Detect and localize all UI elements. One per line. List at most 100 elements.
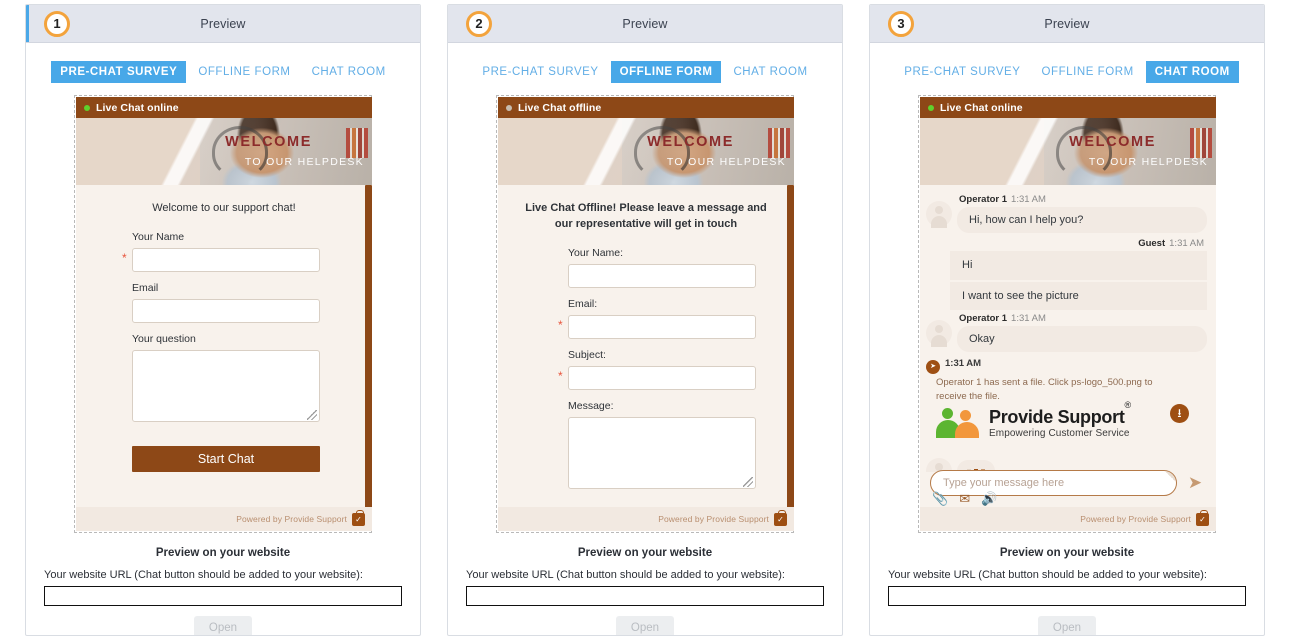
step-badge-3: 3 [888, 10, 914, 37]
status-dot-offline-icon [506, 104, 512, 111]
site-url-input-2[interactable] [466, 586, 824, 606]
tab-bar-1: PRE-CHAT SURVEY OFFLINE FORM CHAT ROOM [26, 43, 420, 95]
tab-chat-room-2[interactable]: CHAT ROOM [724, 61, 816, 83]
widget-footer-3: Powered by Provide Support [920, 507, 1216, 531]
required-star-name: * [122, 250, 127, 265]
pre-chat-survey-form: Welcome to our support chat! Your Name *… [76, 185, 372, 472]
panel-title-2: Preview [622, 16, 668, 31]
secure-lock-icon [352, 509, 365, 526]
preview-panel-2: 2 Preview PRE-CHAT SURVEY OFFLINE FORM C… [447, 4, 843, 636]
input-your-name[interactable] [132, 247, 320, 272]
welcome-banner-3: WELCOME TO OUR HELPDESK [920, 118, 1216, 185]
registered-mark: ® [1124, 399, 1132, 410]
label-offline-email: Email: [568, 297, 598, 310]
status-dot-online-icon [84, 104, 90, 111]
message-time: 1:31 AM [1011, 312, 1046, 324]
input-email[interactable] [132, 298, 320, 323]
message-time: 1:31 AM [1169, 238, 1204, 250]
tab-offline-form-3[interactable]: OFFLINE FORM [1033, 61, 1143, 83]
field-offline-your-name: Your Name: [512, 247, 780, 288]
send-message-icon[interactable] [1184, 473, 1206, 493]
tab-pre-chat-survey-1[interactable]: PRE-CHAT SURVEY [51, 61, 187, 83]
input-offline-subject[interactable] [568, 365, 756, 390]
message-bubble: I want to see the picture [950, 281, 1207, 310]
secure-lock-icon [1196, 509, 1209, 526]
chat-widget-wrapper-2: Live Chat offline WELCOME TO OUR HELPDES… [496, 95, 794, 533]
open-button-1[interactable]: Open [194, 616, 252, 635]
tab-offline-form-2[interactable]: OFFLINE FORM [610, 61, 722, 83]
message-input-placeholder: Type your message here [943, 477, 1065, 489]
preview-on-site-1: Preview on your website Your website URL… [26, 533, 420, 635]
email-transcript-icon[interactable]: ✉ [959, 492, 970, 505]
step-badge-2: 2 [466, 10, 492, 37]
tab-pre-chat-survey-3[interactable]: PRE-CHAT SURVEY [895, 61, 1029, 83]
operator-avatar-icon [926, 201, 952, 228]
site-url-input-3[interactable] [888, 586, 1246, 606]
provide-support-logo[interactable]: Provide Support® Empowering Customer Ser… [936, 399, 1207, 439]
tab-offline-form-1[interactable]: OFFLINE FORM [189, 61, 299, 83]
site-heading-3: Preview on your website [999, 547, 1135, 559]
chat-widget-2: Live Chat offline WELCOME TO OUR HELPDES… [498, 97, 794, 531]
message-time: 1:31 AM [1011, 194, 1046, 205]
input-offline-your-name[interactable] [568, 263, 756, 288]
message-meta: Guest 1:31 AM [926, 237, 1207, 251]
panel-title-3: Preview [1044, 16, 1090, 31]
resize-grip-icon[interactable] [743, 476, 753, 487]
preview-panel-3: 3 Preview PRE-CHAT SURVEY OFFLINE FORM C… [869, 4, 1265, 636]
textarea-offline-message[interactable] [568, 416, 756, 489]
label-offline-subject: Subject: [568, 348, 606, 361]
chat-transcript[interactable]: Operator 1 1:31 AM Hi, how can I help you… [920, 185, 1216, 472]
open-button-2[interactable]: Open [616, 616, 674, 635]
site-url-input-1[interactable] [44, 586, 402, 606]
tab-chat-room-1[interactable]: CHAT ROOM [303, 61, 395, 83]
widget-scrollbar-1[interactable] [365, 185, 372, 515]
widget-status-text-2: Live Chat offline [518, 101, 602, 114]
tab-pre-chat-survey-2[interactable]: PRE-CHAT SURVEY [473, 61, 607, 83]
step-badge-1: 1 [44, 10, 70, 37]
message-bubble: Hi, how can I help you? [957, 207, 1207, 234]
field-offline-message: Message: [512, 400, 780, 489]
widget-footer-2: Powered by Provide Support [498, 507, 794, 531]
banner-overlay [498, 118, 794, 185]
tab-bar-3: PRE-CHAT SURVEY OFFLINE FORM CHAT ROOM [870, 43, 1264, 95]
chat-message-operator-2: Operator 1 1:31 AM Okay [926, 312, 1207, 354]
input-corner-fold [1165, 471, 1176, 482]
file-transfer-header: 1:31 AM [926, 358, 1207, 375]
welcome-banner-2: WELCOME TO OUR HELPDESK [498, 118, 794, 185]
start-chat-button[interactable]: Start Chat [132, 445, 320, 472]
panel-header-2: 2 Preview [448, 5, 842, 43]
download-file-icon[interactable] [1170, 403, 1189, 423]
message-meta: Operator 1 1:31 AM [957, 312, 1207, 326]
site-url-label-3: Your website URL (Chat button should be … [888, 569, 1207, 581]
label-offline-your-name: Your Name: [568, 246, 624, 259]
textarea-your-question[interactable] [132, 349, 320, 422]
required-star-email: * [558, 317, 563, 332]
widget-status-text-1: Live Chat online [96, 101, 179, 114]
open-button-3[interactable]: Open [1038, 616, 1096, 635]
banner-helpdesk-text-3: TO OUR HELPDESK [1088, 156, 1208, 168]
secure-lock-icon [774, 509, 787, 526]
widget-status-bar-3: Live Chat online [920, 97, 1216, 118]
field-offline-subject: Subject: * [512, 349, 780, 390]
banner-helpdesk-text-2: TO OUR HELPDESK [666, 156, 786, 168]
input-offline-email[interactable] [568, 314, 756, 339]
guest-bubble-group: Hi I want to see the picture [950, 251, 1207, 310]
resize-grip-icon[interactable] [307, 409, 317, 420]
chat-widget-wrapper-1: Live Chat online WELCOME TO OUR HELPDESK… [74, 95, 372, 533]
widget-scrollbar-2[interactable] [787, 185, 794, 515]
label-offline-message: Message: [568, 399, 614, 412]
sound-toggle-icon[interactable]: 🔊 [981, 492, 997, 505]
attach-file-icon[interactable]: 📎 [932, 492, 948, 505]
composer-toolbar: 📎 ✉ 🔊 [932, 492, 997, 505]
powered-by-text-2: Powered by Provide Support [658, 514, 769, 524]
message-author: Operator 1 [959, 194, 1008, 205]
preview-on-site-2: Preview on your website Your website URL… [448, 533, 842, 635]
tab-chat-room-3[interactable]: CHAT ROOM [1145, 61, 1239, 83]
people-logo-icon [936, 408, 982, 439]
chat-widget-1: Live Chat online WELCOME TO OUR HELPDESK… [76, 97, 372, 531]
logo-title: Provide Support® [989, 399, 1131, 427]
field-your-question: Your question [90, 333, 358, 422]
site-heading-1: Preview on your website [155, 547, 291, 559]
tab-bar-2: PRE-CHAT SURVEY OFFLINE FORM CHAT ROOM [448, 43, 842, 95]
banner-overlay [920, 118, 1216, 185]
